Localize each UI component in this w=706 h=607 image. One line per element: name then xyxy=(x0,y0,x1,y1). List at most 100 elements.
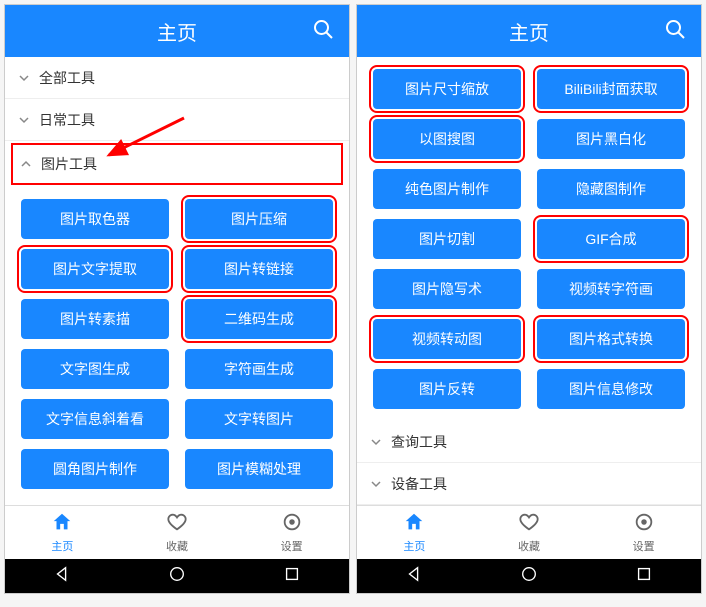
tool-button[interactable]: 图片隐写术 xyxy=(373,269,521,309)
content-left: 全部工具 日常工具 图片工具 图片取色器 图片压缩图片文字提取 图片转链接图片转素描… xyxy=(5,57,349,505)
home-icon xyxy=(51,511,73,536)
chevron-down-icon xyxy=(17,114,31,126)
tab-home[interactable]: 主页 xyxy=(357,506,472,559)
tool-label: 图片隐写术 xyxy=(412,279,482,299)
tool-button[interactable]: 视频转字符画 xyxy=(537,269,685,309)
tool-button[interactable]: 图片转链接 xyxy=(185,249,333,289)
category-image-tools[interactable]: 图片工具 xyxy=(11,143,343,185)
category-query-tools[interactable]: 查询工具 xyxy=(357,421,701,463)
heart-icon xyxy=(518,511,540,536)
bottom-tabs: 主页 收藏 设置 xyxy=(5,505,349,559)
tool-label: 圆角图片制作 xyxy=(53,459,137,479)
tab-label: 收藏 xyxy=(518,538,540,554)
tool-button[interactable]: 图片压缩 xyxy=(185,199,333,239)
tool-button[interactable]: 图片转素描 xyxy=(21,299,169,339)
tool-button[interactable]: BiliBili封面获取 xyxy=(537,69,685,109)
tab-label: 主页 xyxy=(51,538,73,554)
tool-button[interactable]: GIF合成 xyxy=(537,219,685,259)
tool-button[interactable]: 图片模糊处理 xyxy=(185,449,333,489)
tool-button[interactable]: 图片取色器 xyxy=(21,199,169,239)
tool-label: 文字图生成 xyxy=(60,359,130,379)
tool-button[interactable]: 纯色图片制作 xyxy=(373,169,521,209)
tab-label: 设置 xyxy=(633,538,655,554)
gear-icon xyxy=(281,511,303,536)
search-icon[interactable] xyxy=(311,17,335,46)
header: 主页 xyxy=(5,5,349,57)
tool-button[interactable]: 图片切割 xyxy=(373,219,521,259)
tool-button[interactable]: 字符画生成 xyxy=(185,349,333,389)
tool-label: 图片黑白化 xyxy=(576,129,646,149)
tab-label: 主页 xyxy=(403,538,425,554)
category-label: 设备工具 xyxy=(391,474,447,494)
tool-label: 图片信息修改 xyxy=(569,379,653,399)
tab-settings[interactable]: 设置 xyxy=(586,506,701,559)
gear-icon xyxy=(633,511,655,536)
tool-button[interactable]: 视频转动图 xyxy=(373,319,521,359)
tools-grid: 图片尺寸缩放 BiliBili封面获取以图搜图 图片黑白化纯色图片制作 隐藏图制作图片… xyxy=(357,57,701,421)
nav-back-icon[interactable] xyxy=(405,565,423,588)
tool-label: 图片转链接 xyxy=(224,259,294,279)
tool-button[interactable]: 文字图生成 xyxy=(21,349,169,389)
category-all-tools[interactable]: 全部工具 xyxy=(5,57,349,99)
tool-label: 图片模糊处理 xyxy=(217,459,301,479)
tool-label: 文字转图片 xyxy=(224,409,294,429)
tab-settings[interactable]: 设置 xyxy=(234,506,349,559)
tool-label: 字符画生成 xyxy=(224,359,294,379)
tools-grid: 图片取色器 图片压缩图片文字提取 图片转链接图片转素描 二维码生成文字图生成 字符画生成… xyxy=(5,187,349,501)
tool-label: 以图搜图 xyxy=(419,129,475,149)
tool-label: GIF合成 xyxy=(585,229,636,249)
tool-label: 图片取色器 xyxy=(60,209,130,229)
tool-button[interactable]: 图片格式转换 xyxy=(537,319,685,359)
nav-home-icon[interactable] xyxy=(168,565,186,588)
nav-back-icon[interactable] xyxy=(53,565,71,588)
tool-button[interactable]: 以图搜图 xyxy=(373,119,521,159)
tool-label: 图片转素描 xyxy=(60,309,130,329)
tool-label: 图片压缩 xyxy=(231,209,287,229)
android-nav xyxy=(5,559,349,593)
tool-button[interactable]: 图片反转 xyxy=(373,369,521,409)
category-label: 图片工具 xyxy=(41,154,97,174)
tab-home[interactable]: 主页 xyxy=(5,506,120,559)
chevron-down-icon xyxy=(369,436,383,448)
tab-favorites[interactable]: 收藏 xyxy=(120,506,235,559)
tool-button[interactable]: 圆角图片制作 xyxy=(21,449,169,489)
tool-label: 视频转字符画 xyxy=(569,279,653,299)
screen-right: 主页 图片尺寸缩放 BiliBili封面获取以图搜图 图片黑白化纯色图片制作 隐藏图制… xyxy=(356,4,702,594)
tool-button[interactable]: 图片尺寸缩放 xyxy=(373,69,521,109)
tool-label: 图片文字提取 xyxy=(53,259,137,279)
tab-favorites[interactable]: 收藏 xyxy=(472,506,587,559)
tab-label: 收藏 xyxy=(166,538,188,554)
tool-label: 图片尺寸缩放 xyxy=(405,79,489,99)
tool-button[interactable]: 图片文字提取 xyxy=(21,249,169,289)
nav-recent-icon[interactable] xyxy=(635,565,653,588)
tool-label: 视频转动图 xyxy=(412,329,482,349)
tool-button[interactable]: 图片黑白化 xyxy=(537,119,685,159)
tool-label: 纯色图片制作 xyxy=(405,179,489,199)
content-right: 图片尺寸缩放 BiliBili封面获取以图搜图 图片黑白化纯色图片制作 隐藏图制作图片… xyxy=(357,57,701,505)
chevron-down-icon xyxy=(369,478,383,490)
chevron-up-icon xyxy=(19,158,33,170)
tool-button[interactable]: 二维码生成 xyxy=(185,299,333,339)
page-title: 主页 xyxy=(509,17,549,46)
screen-left: 主页 全部工具 日常工具 图片工具 图片取色器图片压缩图片文字提取图片转链接图片… xyxy=(4,4,350,594)
nav-home-icon[interactable] xyxy=(520,565,538,588)
category-device-tools[interactable]: 设备工具 xyxy=(357,463,701,505)
tool-label: BiliBili封面获取 xyxy=(564,79,657,99)
search-icon[interactable] xyxy=(663,17,687,46)
tool-button[interactable]: 文字信息斜着看 xyxy=(21,399,169,439)
tool-button[interactable]: 图片信息修改 xyxy=(537,369,685,409)
tool-button[interactable]: 文字转图片 xyxy=(185,399,333,439)
tool-label: 图片反转 xyxy=(419,379,475,399)
tool-label: 图片切割 xyxy=(419,229,475,249)
nav-recent-icon[interactable] xyxy=(283,565,301,588)
category-label: 全部工具 xyxy=(39,68,95,88)
tool-label: 文字信息斜着看 xyxy=(46,409,144,429)
chevron-down-icon xyxy=(17,72,31,84)
category-label: 查询工具 xyxy=(391,432,447,452)
tool-button[interactable]: 隐藏图制作 xyxy=(537,169,685,209)
category-daily-tools[interactable]: 日常工具 xyxy=(5,99,349,141)
tab-label: 设置 xyxy=(281,538,303,554)
tool-label: 二维码生成 xyxy=(224,309,294,329)
home-icon xyxy=(403,511,425,536)
header: 主页 xyxy=(357,5,701,57)
